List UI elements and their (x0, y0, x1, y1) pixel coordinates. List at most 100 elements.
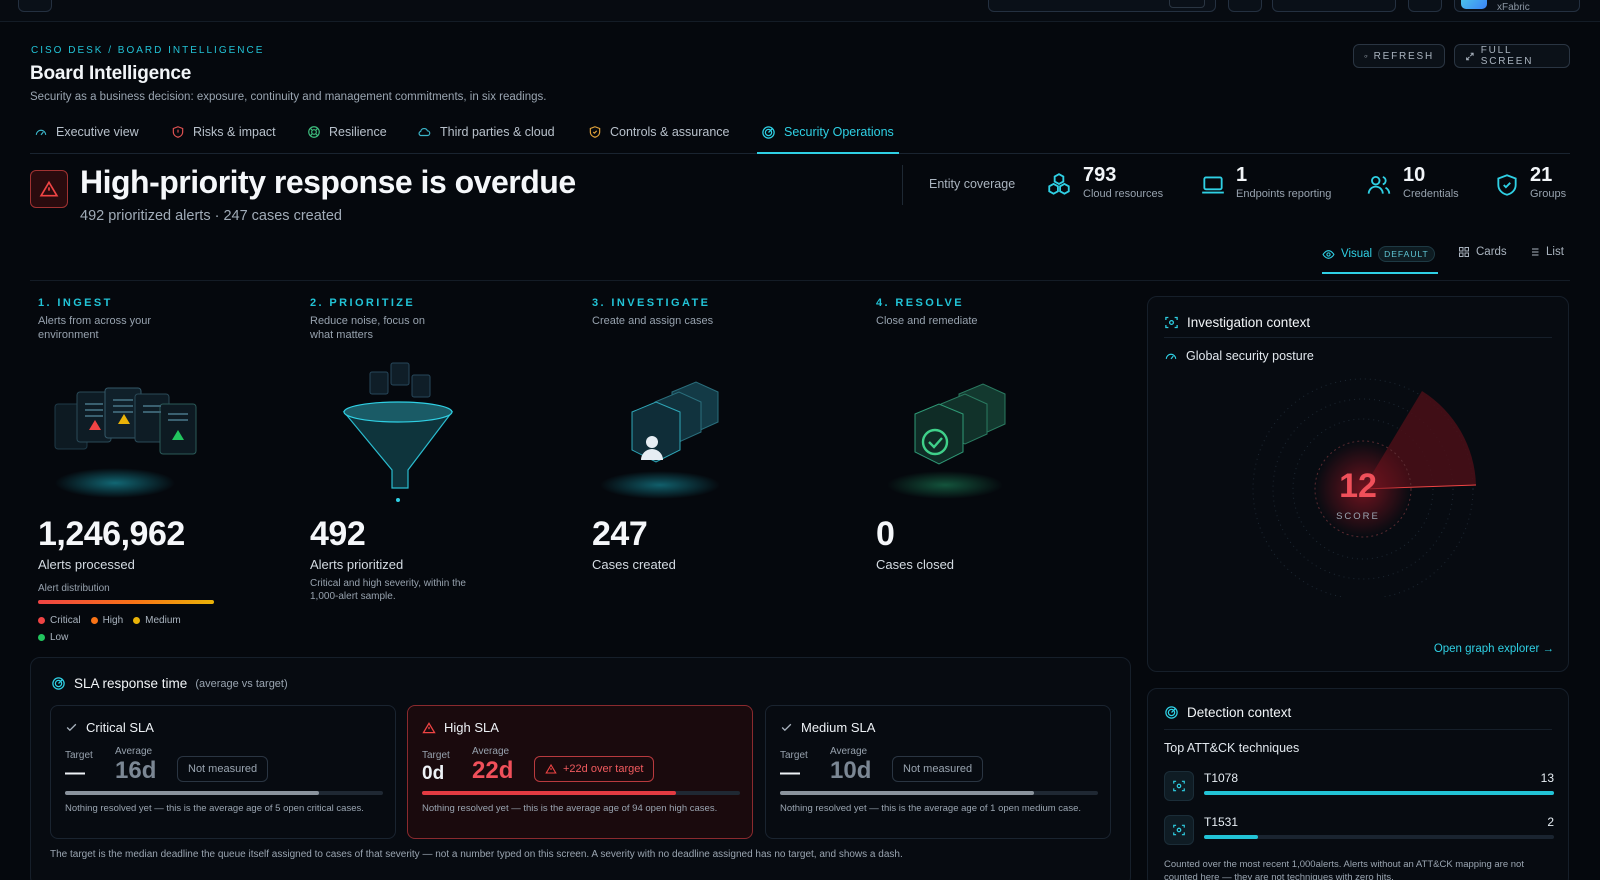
grid-icon (1459, 247, 1469, 257)
tab-risks-impact[interactable]: Risks & impact (171, 118, 276, 154)
kpi-value: 1 (1236, 164, 1248, 186)
view-cards-button[interactable]: Cards (1458, 246, 1507, 258)
lifebuoy-icon (308, 126, 320, 138)
refresh-icon (1364, 54, 1368, 58)
technique-bar-fill (1204, 791, 1554, 795)
gauge-icon (35, 129, 47, 136)
target-label: Target (780, 750, 808, 761)
distribution-legend: Critical High Medium Low (38, 612, 218, 646)
resolve-illustration (887, 383, 1006, 499)
tab-security-operations[interactable]: Security Operations (757, 118, 899, 154)
section-tabs: Executive view Risks & impact Resilience… (30, 118, 1570, 154)
status-pill: Not measured (177, 756, 269, 782)
kpi-label: Groups (1530, 188, 1567, 200)
average-label: Average (115, 746, 153, 757)
sla-card-title: Medium SLA (780, 720, 875, 735)
sla-card-title: High SLA (422, 720, 499, 735)
menu-button[interactable] (18, 0, 52, 12)
account-menu[interactable]: xFabric (1454, 0, 1580, 13)
distribution-bar (38, 600, 214, 604)
technique-row[interactable]: T1531 2 (1164, 815, 1554, 849)
step-description: Create and assign cases (592, 315, 714, 327)
posture-score: 12 (1339, 467, 1377, 505)
posture-subtitle: Global security posture (1164, 349, 1314, 363)
fullscreen-label: FULL SCREEN (1480, 45, 1534, 67)
view-visual-label: Visual (1341, 248, 1373, 260)
investigate-illustration (600, 381, 720, 499)
warning-icon (545, 763, 557, 774)
technique-row[interactable]: T1078 13 (1164, 771, 1554, 805)
cloud-icon (418, 128, 431, 137)
breadcrumb: CISO DESK / BOARD INTELLIGENCE (31, 45, 265, 56)
divider (902, 165, 903, 205)
help-button[interactable] (1408, 0, 1442, 12)
detection-footnote: Counted over the most recent 1,000alerts… (1164, 859, 1524, 880)
technique-count: 13 (1540, 771, 1554, 785)
avatar (1461, 0, 1487, 9)
legend-critical: Critical (38, 612, 81, 629)
fullscreen-button[interactable]: FULL SCREEN (1454, 44, 1570, 68)
sla-progress-track (780, 791, 1098, 795)
step-title: 3. INVESTIGATE (592, 297, 711, 309)
view-visual-button[interactable]: Visual DEFAULT (1322, 246, 1438, 274)
tab-executive-view[interactable]: Executive view (34, 118, 139, 154)
view-list-label: List (1546, 246, 1564, 258)
sla-note: Nothing resolved yet — this is the avera… (422, 803, 718, 814)
target-value: — (780, 762, 800, 784)
detection-context-panel: Detection context Top ATT&CK techniques … (1147, 688, 1569, 880)
ingest-illustration (54, 387, 197, 498)
average-label: Average (472, 746, 510, 757)
eye-icon (1322, 249, 1335, 259)
alert-headline: High-priority response is overdue (80, 164, 576, 200)
technique-id: T1078 (1204, 771, 1239, 785)
technique-bar-track (1204, 835, 1554, 839)
laptop-icon (1202, 176, 1224, 194)
divider (30, 280, 1570, 281)
posture-score-label: SCORE (1336, 511, 1380, 522)
global-search-input[interactable] (988, 0, 1216, 12)
refresh-button[interactable]: REFRESH (1353, 44, 1445, 68)
gauge-icon (1165, 353, 1177, 360)
distribution-title: Alert distribution (38, 583, 110, 594)
step-description: Close and remediate (876, 315, 978, 327)
kpi-value: 793 (1083, 164, 1117, 186)
open-graph-explorer-link[interactable]: Open graph explorer → (1434, 643, 1554, 655)
tab-third-parties-cloud[interactable]: Third parties & cloud (417, 118, 555, 154)
view-list-button[interactable]: List (1528, 246, 1564, 258)
sla-note: Nothing resolved yet — this is the avera… (780, 803, 1082, 814)
sla-card-critical[interactable]: Critical SLA Target — Average 16d Not me… (50, 705, 396, 839)
cases-created-label: Cases created (592, 557, 676, 572)
target-value: — (65, 762, 85, 784)
sla-progress-fill (65, 791, 320, 795)
workspace-selector[interactable] (1272, 0, 1396, 12)
tab-controls-assurance[interactable]: Controls & assurance (588, 118, 730, 154)
sla-footnote: The target is the median deadline the qu… (50, 849, 903, 860)
detection-subtitle: Top ATT&CK techniques (1164, 741, 1300, 755)
sla-card-title: Critical SLA (65, 720, 154, 735)
step-description: Alerts from across your environment (38, 315, 152, 341)
target-label: Target (422, 750, 450, 761)
expand-icon (1466, 52, 1474, 60)
target-label: Target (65, 750, 93, 761)
tab-label: Controls & assurance (610, 125, 730, 139)
shield-icon (1497, 174, 1517, 196)
technique-bar-fill (1204, 835, 1258, 839)
sla-card-medium[interactable]: Medium SLA Target — Average 10d Not meas… (765, 705, 1111, 839)
refresh-label: REFRESH (1373, 50, 1434, 62)
check-icon (781, 723, 792, 732)
radar-icon (762, 126, 775, 139)
average-value: 22d (472, 757, 514, 784)
alert-subline: 492 prioritized alerts · 247 cases creat… (80, 208, 342, 224)
shield-check-icon (589, 126, 601, 138)
cases-closed-value: 0 (876, 515, 895, 553)
target-value: 0d (422, 763, 445, 784)
notifications-button[interactable] (1228, 0, 1262, 12)
tab-resilience[interactable]: Resilience (307, 118, 387, 154)
warning-icon (422, 721, 436, 733)
sla-title: SLA response time (average vs target) (51, 676, 288, 691)
sla-card-high[interactable]: High SLA Target 0d Average 22d +22d over… (407, 705, 753, 839)
tab-label: Resilience (329, 125, 387, 139)
coverage-label: Entity coverage (929, 177, 1016, 191)
step-title: 4. RESOLVE (876, 297, 964, 309)
radar-icon (52, 677, 65, 690)
